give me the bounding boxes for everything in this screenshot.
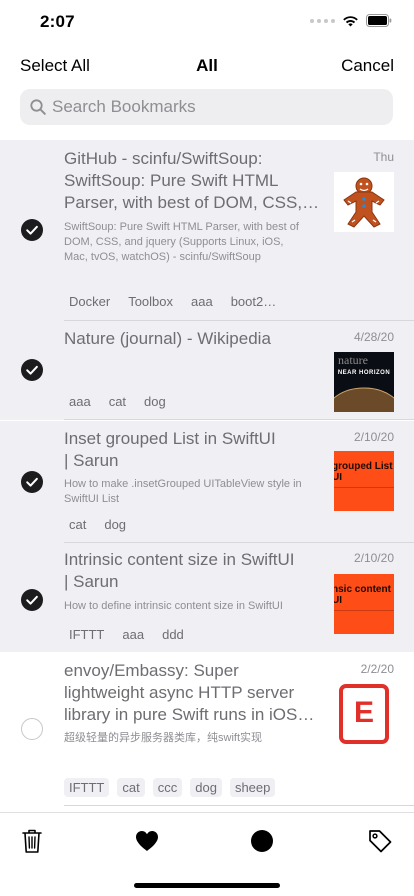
bookmark-description: 超级轻量的异步服务器类库，纯swift实现 [64,732,262,744]
tag-list: IFTTT aaa ddd [64,625,189,644]
bookmark-title: Nature (journal) - Wikipedia [64,329,271,348]
tag-chip[interactable]: cat [64,515,91,534]
checkmark-unselected-icon[interactable] [21,718,43,740]
thumbnail-headline: nsic content siz UI [334,584,394,606]
checkmark-selected-icon[interactable] [21,219,43,241]
bookmark-row[interactable]: Inset grouped List in SwiftUI | Sarun Ho… [0,421,414,543]
tag-chip[interactable]: IFTTT [64,625,109,644]
row-divider [64,419,414,420]
search-input[interactable] [52,97,372,117]
tag-chip[interactable]: dog [190,778,222,797]
tag-list: IFTTT cat ccc dog sheep [64,778,276,797]
row-divider [64,320,414,321]
bookmark-title: GitHub - scinfu/SwiftSoup: SwiftSoup: Pu… [64,149,320,212]
bookmark-title: envoy/Embassy: Super lightweight async H… [64,661,315,724]
status-bar: 2:07 [0,0,414,44]
gingerbread-man-icon [334,172,394,232]
checkmark-selected-icon[interactable] [21,359,43,381]
wifi-icon [343,15,358,26]
tag-chip[interactable]: dog [99,515,131,534]
bookmark-date: 4/28/20 [353,330,394,344]
embassy-logo-thumbnail: E [334,684,394,744]
thumbnail-masthead: nature [338,353,368,367]
thumbnail-divider [334,487,394,488]
tag-chip[interactable]: ccc [152,778,183,797]
tag-chip[interactable]: cat [117,778,145,797]
tag-chip[interactable]: dog [139,392,171,411]
heart-icon[interactable] [133,827,161,855]
embassy-logo-letter: E [353,696,374,729]
tag-chip[interactable]: Toolbox [123,292,178,311]
circle-icon[interactable] [248,827,276,855]
search-icon [30,99,46,115]
bookmark-row[interactable]: GitHub - scinfu/SwiftSoup: SwiftSoup: Pu… [0,140,414,320]
bookmark-description: How to define intrinsic content size in … [64,600,283,612]
select-all-button[interactable]: Select All [20,56,90,76]
tag-chip[interactable]: aaa [186,292,218,311]
tag-chip[interactable]: aaa [64,392,96,411]
tag-list: cat dog [64,515,131,534]
bottom-toolbar [0,812,414,896]
navigation-bar: Select All All Cancel [0,48,414,84]
thumbnail-headline: grouped List in UI [334,461,394,483]
bookmark-description: SwiftSoup: Pure Swift HTML Parser, with … [64,221,299,263]
trash-icon[interactable] [18,827,46,855]
status-time: 2:07 [40,12,75,31]
bookmark-title: Intrinsic content size in SwiftUI | Saru… [64,550,295,591]
bookmark-date: Thu [373,150,394,164]
home-indicator [134,883,280,888]
sarun-card-thumbnail: grouped List in UI [334,451,394,511]
bookmark-row[interactable]: Intrinsic content size in SwiftUI | Saru… [0,543,414,652]
bookmark-description: How to make .insetGrouped UITableView st… [64,478,302,505]
row-divider [64,805,414,806]
bookmark-date: 2/10/20 [353,551,394,565]
tag-list: Docker Toolbox aaa boot2… [64,292,281,311]
tag-chip[interactable]: boot2… [226,292,282,311]
tag-chip[interactable]: Docker [64,292,115,311]
checkmark-selected-icon[interactable] [21,589,43,611]
status-icons [310,14,392,27]
bookmark-row[interactable]: Nature (journal) - Wikipedia 4/28/20 nat… [0,320,414,420]
battery-icon [366,14,392,27]
sarun-card-thumbnail: nsic content siz UI [334,574,394,634]
tag-chip[interactable]: cat [104,392,131,411]
thumbnail-divider [334,610,394,611]
bookmark-date: 2/2/20 [360,662,394,676]
search-bar[interactable] [20,89,393,125]
checkmark-selected-icon[interactable] [21,471,43,493]
bookmark-title: Inset grouped List in SwiftUI | Sarun [64,429,276,470]
bookmark-date: 2/10/20 [353,430,394,444]
tag-list: aaa cat dog [64,392,171,411]
nature-cover-thumbnail: nature NEAR HORIZON [334,352,394,412]
tag-icon[interactable] [366,827,394,855]
tag-chip[interactable]: sheep [229,778,276,797]
tag-chip[interactable]: aaa [117,625,149,644]
cancel-button[interactable]: Cancel [341,56,394,76]
tag-chip[interactable]: ddd [157,625,189,644]
thumbnail-headline: NEAR HORIZON [337,370,391,376]
tag-chip[interactable]: IFTTT [64,778,110,797]
bookmark-row[interactable]: envoy/Embassy: Super lightweight async H… [0,652,414,806]
cellular-signal-icon [310,18,335,23]
